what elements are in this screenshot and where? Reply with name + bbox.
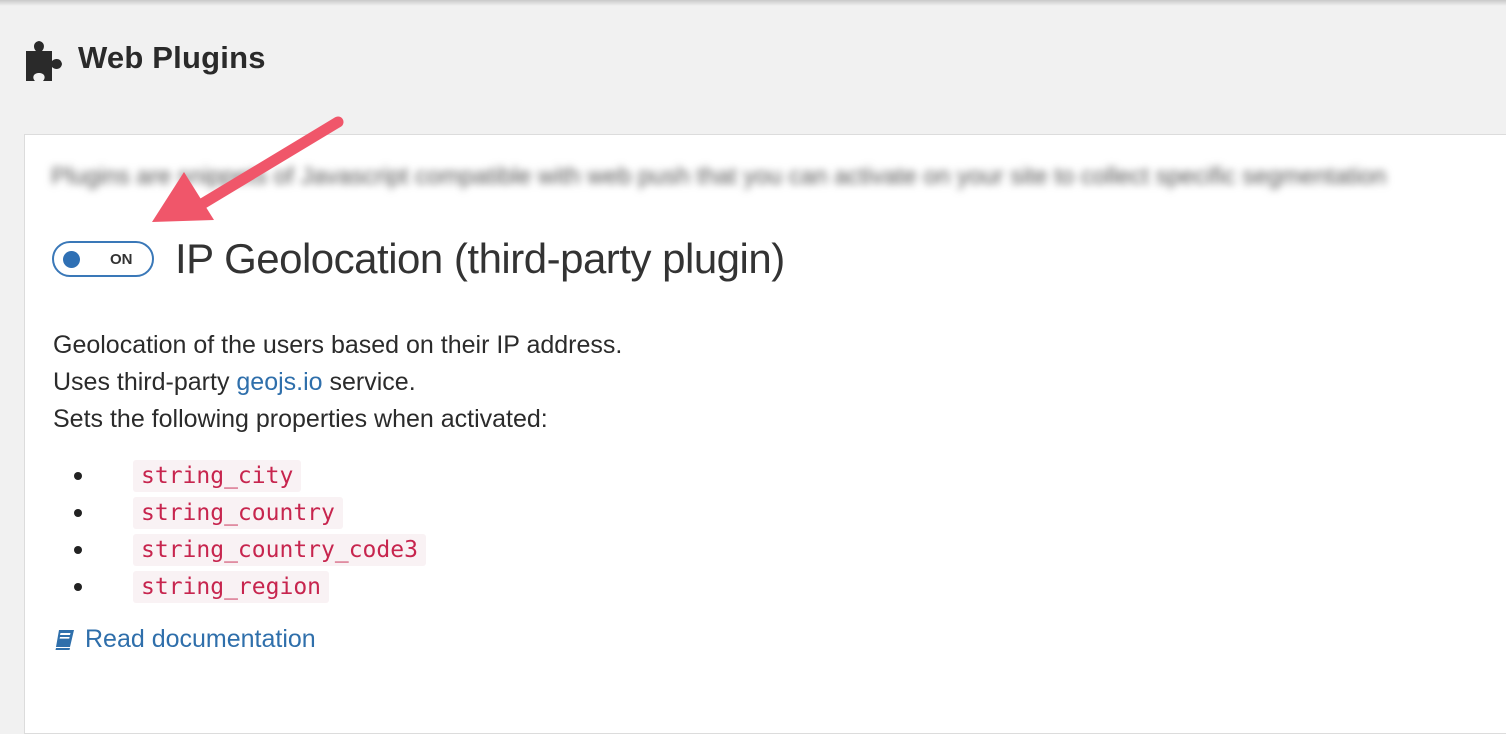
bullet [74, 509, 82, 517]
geojs-link[interactable]: geojs.io [236, 368, 322, 396]
property-code: string_region [133, 570, 330, 603]
list-item: string_country_code3 [74, 531, 426, 568]
list-item: string_city [74, 457, 426, 494]
intro-text: Plugins are snippets of Javascript compa… [51, 163, 1387, 190]
list-item: string_region [74, 568, 426, 605]
page-title: Web Plugins [78, 40, 266, 75]
property-code: string_country_code3 [133, 533, 426, 566]
read-documentation-link[interactable]: Read documentation [53, 625, 316, 654]
description-line-2: Uses third-party geojs.io service. [53, 364, 622, 401]
description-line-2-prefix: Uses third-party [53, 368, 237, 396]
toggle-knob [63, 251, 80, 268]
top-shadow [0, 0, 1506, 6]
list-item: string_country [74, 494, 426, 531]
plugin-name: IP Geolocation (third-party plugin) [175, 235, 785, 282]
bullet [74, 546, 82, 554]
description-line-2-suffix: service. [322, 368, 416, 396]
property-code: string_city [133, 459, 302, 492]
bullet [74, 583, 82, 591]
description-line-3: Sets the following properties when activ… [53, 405, 548, 433]
read-documentation-label: Read documentation [85, 625, 316, 653]
bullet [74, 472, 82, 480]
toggle-state-label: ON [110, 251, 133, 268]
plugin-description: Geolocation of the users based on their … [53, 327, 622, 438]
properties-list: string_city string_country string_countr… [74, 457, 426, 605]
plugin-header: ON IP Geolocation (third-party plugin) [52, 235, 785, 283]
page-header: Web Plugins [22, 28, 266, 88]
puzzle-icon [26, 41, 62, 81]
property-code: string_country [133, 496, 343, 529]
plugins-panel: Plugins are snippets of Javascript compa… [24, 134, 1506, 734]
plugin-toggle[interactable]: ON [52, 241, 154, 277]
book-icon [55, 629, 74, 650]
description-line-1: Geolocation of the users based on their … [53, 331, 623, 359]
